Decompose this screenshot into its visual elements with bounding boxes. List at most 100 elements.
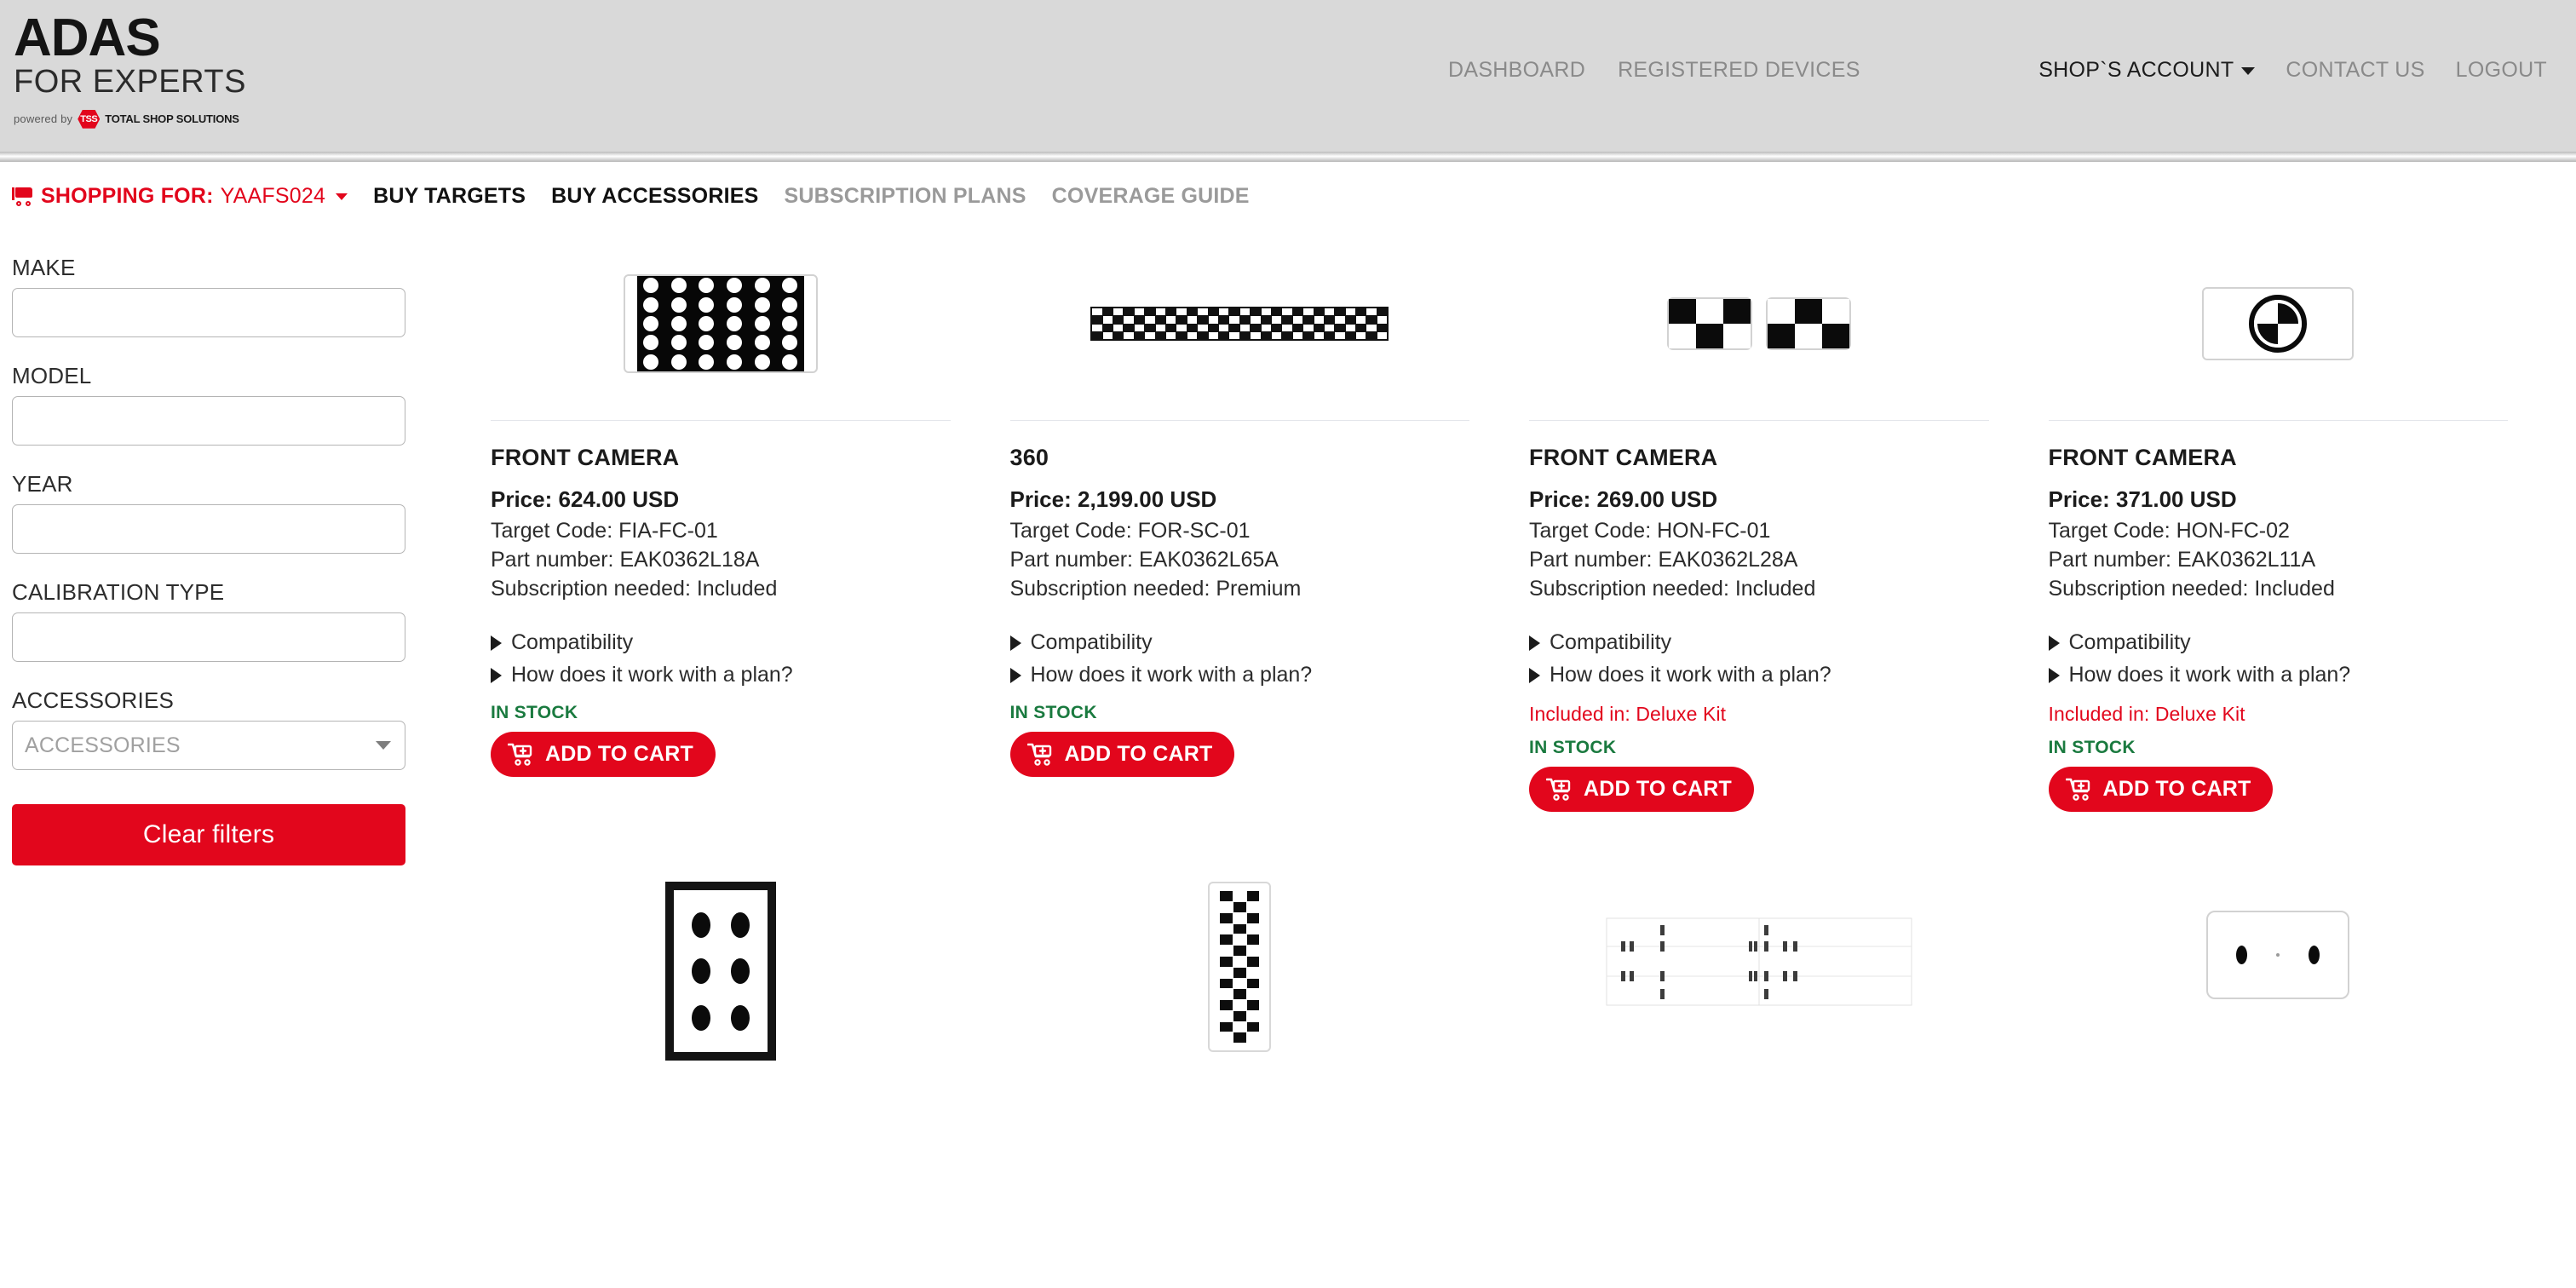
product-image[interactable] [491, 866, 951, 1061]
add-to-cart-label: ADD TO CART [1584, 777, 1732, 802]
top-nav-account-group: SHOP`S ACCOUNT CONTACT US LOGOUT [2038, 58, 2547, 83]
product-image[interactable] [491, 231, 951, 401]
make-label: MAKE [12, 255, 76, 280]
product-title: FRONT CAMERA [491, 445, 680, 470]
chevron-down-icon [2241, 66, 2256, 75]
product-target-code: Target Code: FOR-SC-01 [1009, 519, 1251, 543]
product-card: FRONT CAMERA Price: 624.00 USD Target Co… [491, 231, 1010, 812]
product-price: Price: 2,199.00 USD [1009, 486, 1217, 512]
subnav-item-buy-targets[interactable]: BUY TARGETS [373, 184, 526, 209]
triangle-right-icon [1009, 667, 1021, 683]
card-divider [1529, 420, 1989, 421]
top-nav-primary-group: DASHBOARD REGISTERED DEVICES [1448, 58, 1860, 83]
shopping-for-device-id: YAAFS024 [220, 184, 326, 208]
add-to-cart-label: ADD TO CART [1064, 742, 1213, 767]
product-title: 360 [1009, 445, 1049, 470]
accordion-compatibility-label: Compatibility [511, 630, 634, 655]
shopping-cart-icon [12, 187, 34, 206]
product-image[interactable] [1529, 866, 1989, 1006]
shopping-for-label: SHOPPING FOR: [41, 184, 214, 208]
accordion-how-it-works-label: How does it work with a plan? [2068, 662, 2351, 687]
add-to-cart-button[interactable]: ADD TO CART [491, 732, 716, 778]
product-image[interactable] [1010, 866, 1470, 1053]
powered-by-text: powered by [14, 112, 73, 126]
product-subscription: Subscription needed: Included [2048, 576, 2335, 601]
product-card [2049, 866, 2568, 1061]
roundel-logo-target-icon [2202, 287, 2355, 360]
accordion-compatibility-label: Compatibility [2068, 630, 2191, 655]
product-card: 360 Price: 2,199.00 USD Target Code: FOR… [1009, 231, 1530, 812]
powered-by-block: powered by TSS TOTAL SHOP SOLUTIONS [14, 109, 256, 129]
dual-checker-plates-target-icon [1666, 297, 1851, 350]
accordion-compatibility[interactable]: Compatibility [1009, 627, 1470, 659]
model-label: MODEL [12, 363, 92, 388]
card-divider [1009, 420, 1469, 421]
product-image[interactable] [2049, 231, 2509, 401]
accessories-select[interactable]: ACCESSORIES [12, 721, 405, 770]
vertical-checker-strip-target-icon [1208, 882, 1272, 1053]
card-divider [491, 420, 951, 421]
secondary-navigation: SHOPPING FOR: YAAFS024 BUY TARGETS BUY A… [0, 162, 2576, 231]
top-navigation: DASHBOARD REGISTERED DEVICES SHOP`S ACCO… [0, 58, 2576, 83]
accessories-label: ACCESSORIES [12, 687, 175, 713]
accordion-how-it-works[interactable]: How does it work with a plan? [491, 659, 951, 692]
nav-item-shops-account[interactable]: SHOP`S ACCOUNT [2038, 58, 2256, 83]
partner-name: TOTAL SHOP SOLUTIONS [105, 112, 239, 126]
site-header: ADAS FOR EXPERTS powered by TSS TOTAL SH… [0, 0, 2576, 152]
calibration-type-label: CALIBRATION TYPE [12, 579, 225, 605]
accordion-compatibility[interactable]: Compatibility [1529, 627, 1989, 659]
subnav-item-coverage-guide[interactable]: COVERAGE GUIDE [1052, 184, 1250, 209]
make-input[interactable] [12, 288, 405, 337]
accordion-how-it-works[interactable]: How does it work with a plan? [2048, 659, 2509, 692]
subnav-item-subscription-plans[interactable]: SUBSCRIPTION PLANS [784, 184, 1026, 209]
vertical-dot-frame-target-icon [664, 882, 776, 1061]
product-image[interactable] [2049, 866, 2509, 1000]
triangle-right-icon [1529, 635, 1540, 651]
product-accordions: Compatibility How does it work with a pl… [1009, 627, 1470, 692]
product-part-number: Part number: EAK0362L11A [2048, 547, 2316, 572]
chevron-down-icon [336, 193, 348, 200]
subnav-item-buy-accessories[interactable]: BUY ACCESSORIES [551, 184, 758, 209]
accordion-how-it-works[interactable]: How does it work with a plan? [1529, 659, 1989, 692]
accordion-how-it-works[interactable]: How does it work with a plan? [1009, 659, 1470, 692]
product-subscription: Subscription needed: Included [1529, 576, 1816, 601]
nav-item-logout[interactable]: LOGOUT [2456, 58, 2547, 83]
logo-line-adas: ADAS [14, 9, 161, 67]
accordion-compatibility[interactable]: Compatibility [2048, 627, 2509, 659]
product-subscription: Subscription needed: Premium [1009, 576, 1302, 601]
status-badge: IN STOCK [1009, 703, 1097, 723]
product-image[interactable] [1010, 231, 1470, 401]
add-to-cart-button[interactable]: ADD TO CART [1009, 732, 1235, 778]
product-title: FRONT CAMERA [2048, 445, 2237, 470]
included-in-kit: Included in: Deluxe Kit [1529, 703, 1727, 726]
product-part-number: Part number: EAK0362L28A [1529, 547, 1798, 572]
cart-plus-icon [508, 743, 532, 766]
product-subscription: Subscription needed: Included [491, 576, 778, 601]
accordion-compatibility-label: Compatibility [1030, 630, 1153, 655]
two-dot-plate-target-icon [2206, 911, 2350, 1000]
year-input[interactable] [12, 504, 405, 554]
product-target-code: Target Code: HON-FC-02 [2048, 519, 2290, 543]
model-input[interactable] [12, 396, 405, 446]
calibration-type-input[interactable] [12, 612, 405, 662]
status-badge: IN STOCK [491, 703, 578, 723]
accessories-selected-value: ACCESSORIES [25, 733, 181, 757]
nav-item-dashboard[interactable]: DASHBOARD [1448, 58, 1585, 83]
add-to-cart-label: ADD TO CART [2102, 777, 2251, 802]
product-price: Price: 624.00 USD [491, 486, 680, 512]
nav-item-contact-us[interactable]: CONTACT US [2286, 58, 2424, 83]
clear-filters-button[interactable]: Clear filters [12, 804, 405, 865]
filter-sidebar: MAKE MODEL YEAR CALIBRATION TYPE ACCESSO… [12, 231, 405, 1061]
product-card [491, 866, 1010, 1061]
add-to-cart-button[interactable]: ADD TO CART [1529, 767, 1754, 813]
product-image[interactable] [1529, 231, 1989, 401]
accordion-how-it-works-label: How does it work with a plan? [511, 662, 793, 687]
add-to-cart-button[interactable]: ADD TO CART [2048, 767, 2274, 813]
product-card: FRONT CAMERA Price: 371.00 USD Target Co… [2048, 231, 2568, 813]
year-label: YEAR [12, 471, 73, 497]
triangle-right-icon [491, 667, 502, 683]
shopping-for-selector[interactable]: SHOPPING FOR: YAAFS024 [12, 184, 348, 209]
cart-plus-icon [1026, 743, 1051, 766]
nav-item-registered-devices[interactable]: REGISTERED DEVICES [1618, 58, 1860, 83]
accordion-compatibility[interactable]: Compatibility [491, 627, 951, 659]
